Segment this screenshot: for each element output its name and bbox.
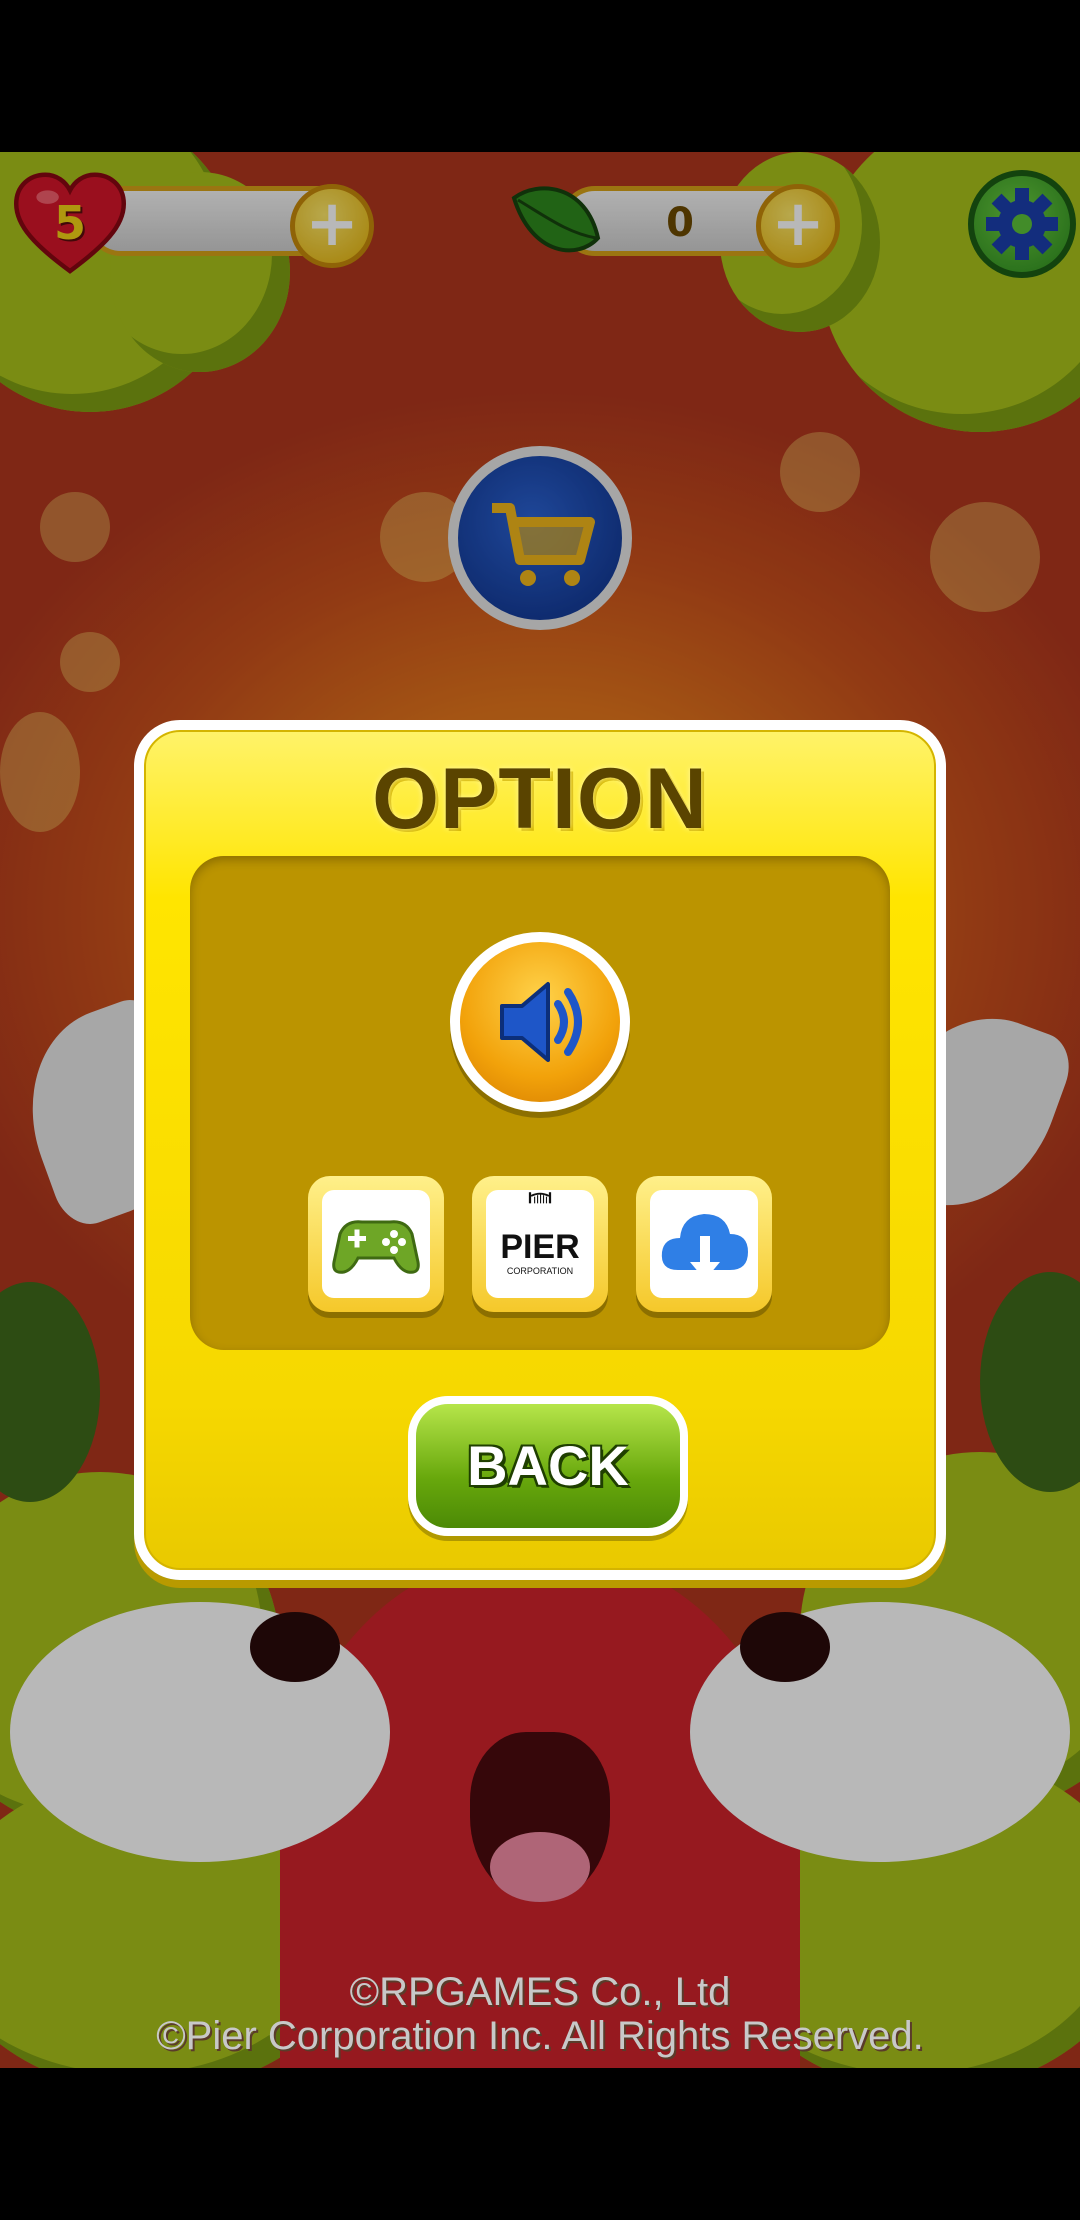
speaker-icon [500,982,582,1062]
bridge-icon [528,1192,552,1204]
option-dialog: OPTION PIER CORPORATION BACK [134,720,946,1580]
game-services-button[interactable] [308,1176,444,1312]
pier-logo-text: PIER [500,1228,580,1266]
pier-corporation-button[interactable]: PIER CORPORATION [472,1176,608,1312]
pier-logo-subtext: CORPORATION [506,1266,574,1276]
cloud-save-button[interactable] [636,1176,772,1312]
dialog-title: OPTION [372,751,708,847]
copyright-line-1: ©RPGAMES Co., Ltd [349,1970,731,2014]
gamepad-icon [332,1220,420,1274]
cloud-save-frame [650,1190,758,1298]
game-services-frame [322,1190,430,1298]
options-panel: PIER CORPORATION [190,856,890,1350]
pier-corporation-logo: PIER CORPORATION [486,1190,594,1298]
sound-toggle-button[interactable] [450,932,630,1112]
copyright-line-2: ©Pier Corporation Inc. All Rights Reserv… [156,2014,924,2058]
back-button[interactable]: BACK [408,1396,688,1536]
cloud-download-icon [661,1214,748,1280]
